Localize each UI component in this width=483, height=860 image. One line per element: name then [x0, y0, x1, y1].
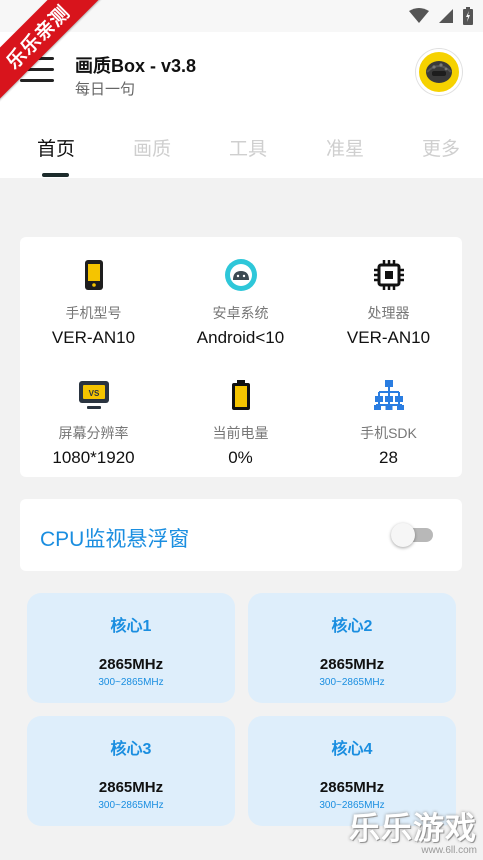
info-value: VER-AN10 — [51, 328, 136, 347]
core-frequency: 2865MHz — [98, 656, 164, 673]
phone-icon — [84, 260, 103, 290]
core-frequency-range: 300~2865MHz — [98, 677, 164, 688]
avatar[interactable] — [416, 49, 462, 95]
tab-bar: 首页 画质 工具 准星 更多 — [0, 120, 483, 178]
info-label: 安卓系统 — [212, 305, 269, 321]
core-name: 核心1 — [110, 618, 152, 635]
cpu-monitor-label: CPU监视悬浮窗 — [40, 528, 190, 551]
info-value: Android<10 — [196, 328, 285, 347]
info-label: 手机SDK — [360, 425, 417, 441]
tab-crosshair[interactable]: 准星 — [326, 134, 364, 161]
core-frequency: 2865MHz — [319, 656, 385, 673]
info-processor: 处理器 VER-AN10 — [315, 258, 462, 348]
watermark-text: 乐乐游戏 — [349, 811, 477, 846]
monitor-icon: VS — [78, 381, 109, 409]
core-card: 核心2 2865MHz 300~2865MHz — [248, 593, 456, 703]
core-frequency-range: 300~2865MHz — [319, 677, 385, 688]
app-title: 画质Box - v3.8 — [75, 56, 197, 76]
helmet-avatar-icon — [426, 61, 452, 83]
info-resolution: VS 屏幕分辨率 1080*1920 — [20, 378, 167, 468]
wifi-icon — [409, 8, 429, 23]
watermark: 乐乐游戏 www.6ll.com — [349, 803, 477, 856]
info-android-version: 安卓系统 Android<10 — [167, 258, 314, 348]
info-phone-model: 手机型号 VER-AN10 — [20, 258, 167, 348]
sdk-hierarchy-icon — [373, 380, 404, 410]
tab-more[interactable]: 更多 — [422, 134, 460, 161]
core-frequency: 2865MHz — [98, 779, 164, 796]
info-label: 处理器 — [367, 305, 410, 321]
tab-indicator — [42, 173, 69, 177]
device-info-card: 手机型号 VER-AN10 安卓系统 Android<10 处理器 VER-AN… — [20, 237, 462, 477]
core-frequency-range: 300~2865MHz — [98, 800, 164, 811]
battery-status-icon — [463, 7, 473, 25]
core-name: 核心4 — [331, 741, 373, 758]
core-name: 核心3 — [110, 741, 152, 758]
info-label: 当前电量 — [212, 425, 269, 441]
info-value: 28 — [379, 448, 398, 467]
android-icon — [224, 259, 257, 291]
toggle-thumb — [391, 523, 415, 547]
tab-quality[interactable]: 画质 — [133, 134, 171, 161]
cpu-monitor-toggle[interactable] — [391, 523, 435, 547]
signal-icon — [439, 9, 453, 23]
core-frequency: 2865MHz — [319, 779, 385, 796]
info-value: 1080*1920 — [52, 448, 135, 467]
info-value: VER-AN10 — [346, 328, 431, 347]
info-label: 手机型号 — [65, 305, 122, 321]
info-label: 屏幕分辨率 — [58, 425, 129, 441]
info-battery: 当前电量 0% — [167, 378, 314, 468]
info-value: 0% — [228, 448, 253, 467]
cpu-monitor-card: CPU监视悬浮窗 — [20, 499, 462, 571]
svg-text:VS: VS — [88, 389, 99, 398]
app-header: 画质Box - v3.8 每日一句 — [0, 32, 483, 120]
daily-quote[interactable]: 每日一句 — [75, 78, 135, 99]
processor-icon — [373, 260, 404, 290]
status-icons — [409, 7, 473, 25]
core-card: 核心3 2865MHz 300~2865MHz — [27, 716, 235, 826]
info-sdk: 手机SDK 28 — [315, 378, 462, 468]
core-card: 核心1 2865MHz 300~2865MHz — [27, 593, 235, 703]
battery-icon — [231, 380, 250, 410]
tab-home[interactable]: 首页 — [37, 134, 75, 161]
tab-tools[interactable]: 工具 — [229, 134, 267, 161]
core-name: 核心2 — [331, 618, 373, 635]
